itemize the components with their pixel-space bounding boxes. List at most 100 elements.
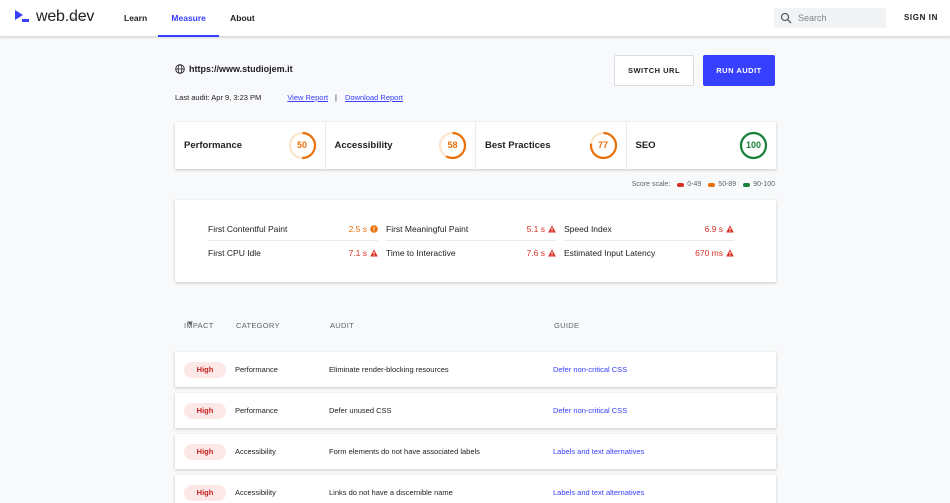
score-value: 50 [296, 140, 307, 150]
search-box[interactable] [774, 8, 886, 28]
metric-value-group: 2.5 s [349, 224, 378, 234]
impact-badge: High [184, 485, 226, 501]
score-label: SEO [635, 140, 656, 151]
webdev-logo-icon [15, 10, 29, 22]
scale-range-mid: 50-89 [718, 181, 737, 188]
last-audit-text: Last audit: Apr 9, 3:23 PM [175, 93, 262, 102]
row-guide-link[interactable]: Defer non-critical CSS [553, 352, 627, 387]
score-performance[interactable]: Performance 50 [175, 122, 326, 169]
score-accessibility[interactable]: Accessibility 58 [326, 122, 476, 169]
url-text: https://www.studiojem.it [189, 64, 293, 74]
score-value: 77 [597, 140, 608, 150]
metric-name: Time to Interactive [386, 247, 456, 258]
metric-first-meaningful-paint: First Meaningful Paint 5.1 s [386, 218, 556, 241]
score-card: Performance 50 Accessibility 58 Best Pra… [175, 122, 776, 169]
switch-url-button[interactable]: SWITCH URL [614, 55, 694, 86]
row-guide-link[interactable]: Labels and text alternatives [553, 475, 644, 503]
impact-badge: High [184, 444, 226, 460]
audited-url: https://www.studiojem.it [175, 64, 293, 74]
globe-icon [175, 64, 185, 74]
warning-triangle-icon [726, 225, 734, 233]
metric-value: 6.9 s [704, 224, 723, 234]
nav-learn[interactable]: Learn [113, 0, 158, 37]
metric-estimated-input-latency: Estimated Input Latency 670 ms [564, 241, 734, 264]
scale-dot-red [677, 182, 685, 187]
row-category: Performance [235, 365, 278, 374]
metric-value-group: 6.9 s [705, 224, 734, 234]
row-audit: Defer unused CSS [329, 406, 392, 415]
metric-time-to-interactive: Time to Interactive 7.6 s [386, 241, 556, 264]
row-guide-link[interactable]: Defer non-critical CSS [553, 393, 627, 428]
metric-value: 670 ms [695, 247, 723, 258]
warning-triangle-icon [548, 225, 556, 233]
metric-value: 2.5 s [348, 224, 367, 234]
row-category: Accessibility [235, 447, 276, 456]
table-row[interactable]: High Performance Defer unused CSS Defer … [175, 393, 776, 428]
score-label: Performance [184, 140, 243, 151]
audit-meta: Last audit: Apr 9, 3:23 PM View Report |… [175, 93, 403, 102]
metric-name: Speed Index [564, 224, 612, 234]
impact-badge: High [184, 403, 226, 419]
average-circle-icon [370, 225, 378, 233]
metric-name: First Contentful Paint [208, 224, 288, 234]
metric-name: First CPU Idle [208, 247, 261, 258]
sign-in-button[interactable]: SIGN IN [904, 13, 938, 22]
logo-text: web.dev [36, 8, 95, 25]
metric-first-contentful-paint: First Contentful Paint 2.5 s [208, 218, 378, 241]
metric-value-group: 5.1 s [527, 224, 556, 234]
impact-badge: High [184, 362, 226, 378]
scale-range-low: 0-49 [687, 181, 702, 188]
score-scale-legend: Score scale: 0-49 50-89 90-100 [632, 181, 775, 188]
warning-triangle-icon [726, 248, 734, 256]
main-nav: Learn Measure About [113, 0, 266, 37]
warning-triangle-icon [370, 248, 378, 256]
metric-value-group: 7.1 s [349, 248, 378, 258]
guide-header: GUIDE [554, 321, 580, 330]
score-scale-label: Score scale: [631, 181, 671, 188]
row-audit: Eliminate render-blocking resources [329, 365, 449, 374]
score-value: 100 [745, 140, 762, 150]
score-value: 58 [447, 140, 458, 150]
row-guide-link[interactable]: Labels and text alternatives [553, 434, 644, 469]
score-best-practices[interactable]: Best Practices 77 [476, 122, 627, 169]
metric-value-group: 670 ms [695, 248, 734, 258]
run-audit-button[interactable]: RUN AUDIT [703, 55, 775, 86]
metric-value: 7.1 s [348, 247, 367, 258]
score-seo[interactable]: SEO 100 [627, 122, 777, 169]
link-separator: | [335, 93, 337, 102]
row-category: Accessibility [235, 488, 276, 497]
download-report-link[interactable]: Download Report [345, 93, 403, 102]
row-audit: Form elements do not have associated lab… [329, 447, 480, 456]
audit-header: AUDIT [330, 321, 354, 330]
metric-speed-index: Speed Index 6.9 s [564, 218, 734, 241]
warning-triangle-icon [548, 248, 556, 256]
table-row[interactable]: High Accessibility Form elements do not … [175, 434, 776, 469]
score-label: Accessibility [334, 140, 393, 151]
beta-badge: BETA [72, 16, 84, 21]
metric-name: First Meaningful Paint [386, 224, 469, 234]
nav-about[interactable]: About [219, 0, 266, 37]
row-category: Performance [235, 406, 278, 415]
scale-dot-orange [708, 182, 716, 187]
table-row[interactable]: High Accessibility Links do not have a d… [175, 475, 776, 503]
score-label: Best Practices [485, 140, 551, 151]
row-audit: Links do not have a discernible name [329, 488, 453, 497]
view-report-link[interactable]: View Report [287, 93, 328, 102]
impact-header-label: IMPACT [184, 321, 214, 330]
table-row[interactable]: High Performance Eliminate render-blocki… [175, 352, 776, 387]
category-header: CATEGORY [236, 321, 280, 330]
top-header: web.dev BETA Learn Measure About SIGN IN [0, 0, 950, 37]
metric-name: Estimated Input Latency [564, 247, 656, 258]
impact-sort-header[interactable]: IMPACT [184, 321, 213, 330]
metrics-card: First Contentful Paint 2.5 s First Meani… [175, 200, 776, 282]
scale-dot-green [743, 182, 751, 187]
search-icon [780, 12, 792, 24]
audit-table-header: IMPACT CATEGORY AUDIT GUIDE [175, 321, 776, 333]
metric-first-cpu-idle: First CPU Idle 7.1 s [208, 241, 378, 264]
scale-range-high: 90-100 [753, 181, 775, 188]
search-input[interactable] [798, 13, 878, 23]
nav-measure[interactable]: Measure [158, 0, 220, 37]
metric-value: 5.1 s [526, 224, 545, 234]
metric-value-group: 7.6 s [527, 248, 556, 258]
metric-value: 7.6 s [526, 247, 545, 258]
